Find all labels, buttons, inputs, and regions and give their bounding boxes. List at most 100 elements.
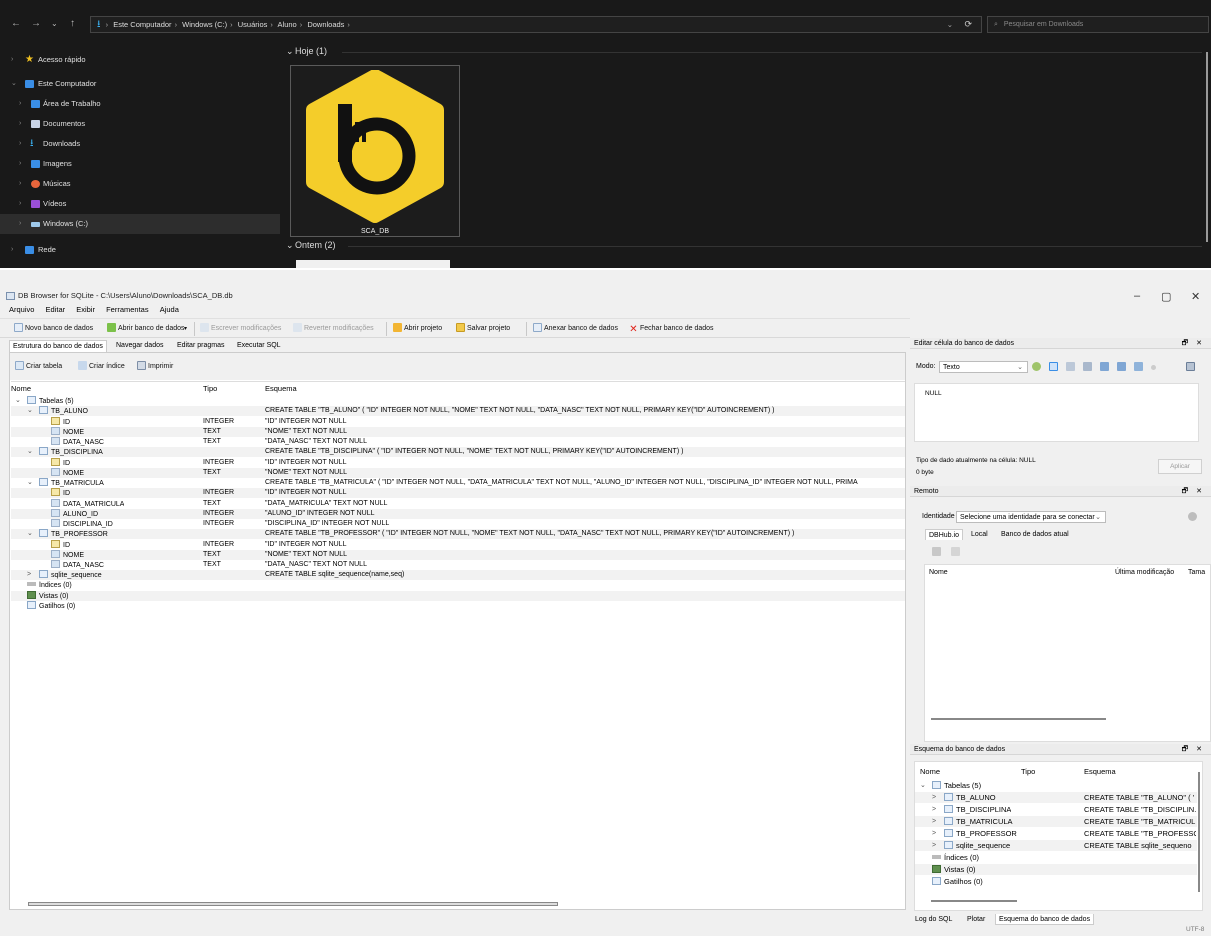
- tab-execute-sql[interactable]: Executar SQL: [234, 340, 284, 352]
- sidebar-item-videos[interactable]: › Vídeos: [0, 194, 280, 214]
- text-align-icon[interactable]: [1066, 362, 1075, 371]
- new-database-button[interactable]: Novo banco de dados: [14, 322, 93, 336]
- sidebar-item-este-computador[interactable]: ⌄ Este Computador: [0, 74, 280, 94]
- remote-column-modified[interactable]: Última modificação: [1115, 569, 1174, 576]
- panel-dock-buttons[interactable]: 🗗 ✕: [1182, 744, 1205, 755]
- close-button[interactable]: ✕: [1191, 290, 1200, 303]
- tab-database-structure[interactable]: Estrutura do banco de dados: [9, 340, 107, 352]
- schema-row[interactable]: > sqlite_sequence CREATE TABLE sqlite_sequ…: [915, 840, 1197, 851]
- sidebar-item-imagens[interactable]: › Imagens: [0, 154, 280, 174]
- close-database-button[interactable]: ✕ Fechar banco de dados: [629, 322, 713, 336]
- export-icon[interactable]: [1100, 362, 1109, 371]
- menu-ajuda[interactable]: Ajuda: [160, 305, 179, 314]
- forward-button[interactable]: →: [31, 18, 41, 29]
- word-wrap-icon[interactable]: [1049, 362, 1058, 371]
- sidebar-item-downloads[interactable]: › ⭳ Downloads: [0, 134, 280, 154]
- group-header-yesterday[interactable]: Ontem (2): [295, 240, 336, 250]
- tree-row[interactable]: ID INTEGER "ID" INTEGER NOT NULL: [11, 457, 905, 468]
- group-yesterday-chevron[interactable]: ⌄: [286, 240, 294, 251]
- breadcrumb-downloads[interactable]: Downloads: [307, 20, 344, 29]
- structure-tree[interactable]: Nome Tipo Esquema ⌄ Tabelas (5) ⌄ TB_ALUNO C…: [11, 381, 905, 901]
- address-bar[interactable]: ⭳ › Este Computador › Windows (C:) › Usuár…: [90, 16, 982, 33]
- menu-arquivo[interactable]: Arquivo: [9, 305, 34, 314]
- tab-database-schema[interactable]: Esquema do banco de dados: [995, 914, 1095, 925]
- auto-format-icon[interactable]: [1032, 362, 1041, 371]
- breadcrumb-este-computador[interactable]: Este Computador: [113, 20, 171, 29]
- schema-column-name[interactable]: Nome: [920, 767, 940, 776]
- tab-edit-pragmas[interactable]: Editar pragmas: [174, 340, 227, 352]
- remote-column-name[interactable]: Nome: [929, 569, 948, 576]
- tree-row[interactable]: NOME TEXT "NOME" TEXT NOT NULL: [11, 426, 905, 437]
- tree-row[interactable]: DATA_MATRICULA TEXT "DATA_MATRICULA" TEXT …: [11, 498, 905, 509]
- save-project-button[interactable]: Salvar projeto: [456, 322, 510, 336]
- schema-tree[interactable]: Nome Tipo Esquema ⌄ Tabelas (5) > TB_ALUNO C…: [914, 761, 1203, 911]
- schema-row[interactable]: Índices (0): [915, 852, 1197, 863]
- tree-row[interactable]: NOME TEXT "NOME" TEXT NOT NULL: [11, 549, 905, 560]
- column-header-name[interactable]: Nome: [11, 384, 31, 393]
- expand-toggle[interactable]: ⌄: [15, 396, 21, 406]
- breadcrumb-usuarios[interactable]: Usuários: [238, 20, 268, 29]
- schema-row[interactable]: > TB_ALUNO CREATE TABLE "TB_ALUNO" ( ': [915, 792, 1197, 803]
- tree-row[interactable]: ID INTEGER "ID" INTEGER NOT NULL: [11, 539, 905, 550]
- expand-toggle[interactable]: >: [932, 792, 936, 803]
- tree-row[interactable]: ⌄ Tabelas (5): [11, 396, 905, 406]
- expand-toggle[interactable]: ⌄: [27, 406, 33, 416]
- file-item-sca-db[interactable]: SCA_DB: [290, 65, 460, 237]
- open-database-button[interactable]: Abrir banco de dados: [107, 322, 185, 336]
- horizontal-scrollbar[interactable]: [28, 902, 558, 906]
- schema-row[interactable]: Gatilhos (0): [915, 876, 1197, 887]
- panel-dock-buttons[interactable]: 🗗 ✕: [1182, 486, 1205, 497]
- tree-row[interactable]: ⌄ TB_DISCIPLINA CREATE TABLE "TB_DISCIPLIN…: [11, 447, 905, 458]
- set-null-icon[interactable]: [1117, 362, 1126, 371]
- create-table-button[interactable]: Criar tabela: [15, 360, 62, 374]
- tree-row[interactable]: ⌄ TB_MATRICULA CREATE TABLE "TB_MATRICULA"…: [11, 478, 905, 488]
- cell-value-editor[interactable]: NULL: [914, 383, 1199, 442]
- breadcrumb-windows-c[interactable]: Windows (C:): [182, 20, 227, 29]
- attach-database-button[interactable]: Anexar banco de dados: [533, 322, 618, 336]
- menu-ferramentas[interactable]: Ferramentas: [106, 305, 149, 314]
- menu-editar[interactable]: Editar: [46, 305, 66, 314]
- download-icon[interactable]: [951, 547, 960, 556]
- create-index-button[interactable]: Criar índice: [78, 360, 125, 374]
- up-folder-button[interactable]: ↑: [70, 18, 75, 29]
- tab-current-database[interactable]: Banco de dados atual: [998, 529, 1072, 540]
- sidebar-item-acesso-rapido[interactable]: › ★ Acesso rápido: [0, 50, 280, 70]
- expand-toggle[interactable]: >: [932, 828, 936, 839]
- expand-toggle[interactable]: >: [932, 816, 936, 827]
- restore-button[interactable]: ▢: [1161, 290, 1171, 303]
- group-today-chevron[interactable]: ⌄: [286, 46, 294, 57]
- schema-row[interactable]: Vistas (0): [915, 864, 1197, 875]
- schema-row[interactable]: > TB_MATRICULA CREATE TABLE "TB_MATRICUL: [915, 816, 1197, 827]
- clone-database-icon[interactable]: [1188, 512, 1197, 521]
- refresh-icon[interactable]: [932, 547, 941, 556]
- expand-toggle[interactable]: ⌄: [27, 478, 33, 488]
- apply-button[interactable]: Aplicar: [1158, 459, 1202, 474]
- tree-row[interactable]: DATA_NASC TEXT "DATA_NASC" TEXT NOT NULL: [11, 560, 905, 570]
- tree-row[interactable]: ID INTEGER "ID" INTEGER NOT NULL: [11, 488, 905, 499]
- schema-row[interactable]: > TB_PROFESSOR CREATE TABLE "TB_PROFESSC: [915, 828, 1197, 839]
- expand-toggle[interactable]: ⌄: [27, 529, 33, 539]
- tree-row[interactable]: NOME TEXT "NOME" TEXT NOT NULL: [11, 467, 905, 478]
- print-cell-icon[interactable]: [1186, 362, 1195, 371]
- expand-toggle[interactable]: >: [932, 804, 936, 815]
- tree-row[interactable]: ALUNO_ID INTEGER "ALUNO_ID" INTEGER NOT NU…: [11, 508, 905, 519]
- schema-column-schema[interactable]: Esquema: [1084, 767, 1116, 776]
- tab-local[interactable]: Local: [968, 529, 991, 540]
- breadcrumb-aluno[interactable]: Aluno: [278, 20, 297, 29]
- minimize-button[interactable]: –: [1134, 290, 1140, 302]
- schema-row[interactable]: ⌄ Tabelas (5): [915, 780, 1197, 791]
- expand-toggle[interactable]: >: [932, 840, 936, 851]
- address-history-button[interactable]: ⌄: [947, 17, 953, 32]
- panel-dock-buttons[interactable]: 🗗 ✕: [1182, 338, 1205, 349]
- file-item-thumbnail[interactable]: [296, 260, 450, 268]
- tree-row[interactable]: DATA_NASC TEXT "DATA_NASC" TEXT NOT NULL: [11, 437, 905, 447]
- open-database-dropdown[interactable]: ▾: [184, 322, 187, 336]
- sidebar-item-musicas[interactable]: › Músicas: [0, 174, 280, 194]
- explorer-scrollbar[interactable]: [1206, 52, 1208, 242]
- group-header-today[interactable]: Hoje (1): [295, 46, 327, 56]
- tree-row[interactable]: ⌄ TB_ALUNO CREATE TABLE "TB_ALUNO" ( "ID" …: [11, 406, 905, 417]
- record-icon[interactable]: [1151, 365, 1156, 370]
- tree-row[interactable]: > sqlite_sequence CREATE TABLE sqlite_sequ…: [11, 570, 905, 581]
- expand-toggle[interactable]: >: [27, 570, 31, 580]
- open-project-button[interactable]: Abrir projeto: [393, 322, 442, 336]
